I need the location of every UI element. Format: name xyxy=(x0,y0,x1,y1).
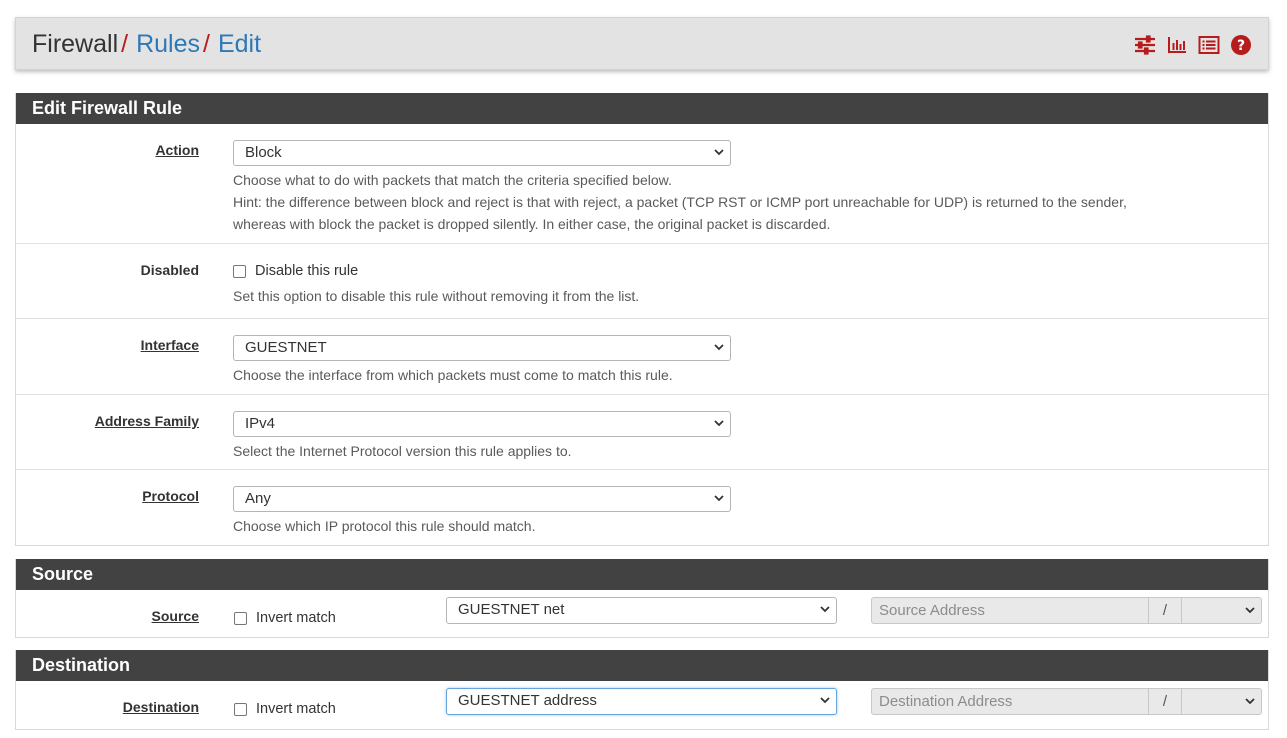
protocol-select-value: Any xyxy=(245,490,271,507)
disabled-content: Disable this rule Set this option to dis… xyxy=(233,260,1238,307)
destination-network-value: GUESTNET address xyxy=(458,692,597,709)
action-select[interactable]: Block xyxy=(233,140,731,166)
protocol-content: Any Choose which IP protocol this rule s… xyxy=(233,486,1238,537)
action-help: Choose what to do with packets that matc… xyxy=(233,169,1238,235)
destination-row: Destination Invert match GUESTNET addres… xyxy=(16,681,1268,728)
destination-mask-select[interactable] xyxy=(1182,688,1262,715)
disabled-help: Set this option to disable this rule wit… xyxy=(233,288,640,304)
page-header: Firewall / Rules / Edit ? xyxy=(15,17,1269,70)
chevron-down-icon xyxy=(820,697,830,704)
breadcrumb-edit-link[interactable]: Edit xyxy=(218,30,261,58)
interface-label[interactable]: Interface xyxy=(141,337,199,353)
header-toolbar: ? xyxy=(1134,34,1252,56)
protocol-select[interactable]: Any xyxy=(233,486,731,512)
source-invert-checkbox[interactable] xyxy=(234,611,247,625)
chevron-down-icon xyxy=(714,149,724,156)
help-circle-icon[interactable]: ? xyxy=(1230,34,1252,56)
interface-help: Choose the interface from which packets … xyxy=(233,367,673,383)
action-hint-line: Hint: the difference between block and r… xyxy=(233,194,1127,210)
source-label[interactable]: Source xyxy=(152,608,199,624)
destination-panel: Destination Destination Invert match GUE… xyxy=(15,650,1269,730)
breadcrumb-firewall: Firewall xyxy=(32,30,119,58)
protocol-help: Choose which IP protocol this rule shoul… xyxy=(233,518,536,534)
source-panel: Source Source Invert match GUESTNET net … xyxy=(15,559,1269,638)
action-content: Block Choose what to do with packets tha… xyxy=(233,140,1238,235)
destination-label[interactable]: Destination xyxy=(123,699,199,715)
panel-heading: Edit Firewall Rule xyxy=(16,93,1268,124)
breadcrumb: Firewall / Rules / Edit xyxy=(32,29,261,59)
chevron-down-icon xyxy=(714,420,724,427)
address-family-select-value: IPv4 xyxy=(245,415,276,432)
list-icon[interactable] xyxy=(1198,34,1220,56)
source-network-value: GUESTNET net xyxy=(458,601,565,618)
breadcrumb-separator: / xyxy=(203,30,210,58)
source-mask-select[interactable] xyxy=(1182,597,1262,624)
destination-slash: / xyxy=(1149,688,1182,715)
destination-network-select[interactable]: GUESTNET address xyxy=(446,688,837,715)
destination-invert-line[interactable]: Invert match xyxy=(234,698,336,720)
breadcrumb-separator: / xyxy=(121,30,129,58)
protocol-label[interactable]: Protocol xyxy=(142,488,199,504)
destination-panel-heading: Destination xyxy=(16,650,1268,681)
address-family-help: Select the Internet Protocol version thi… xyxy=(233,443,572,459)
destination-address-input[interactable]: Destination Address xyxy=(871,688,1149,715)
disabled-label: Disabled xyxy=(140,262,199,278)
chevron-down-icon xyxy=(714,344,724,351)
action-help-line: Choose what to do with packets that matc… xyxy=(233,172,672,188)
action-hint-line: whereas with block the packet is dropped… xyxy=(233,216,831,232)
interface-select-value: GUESTNET xyxy=(245,339,327,356)
address-family-content: IPv4 Select the Internet Protocol versio… xyxy=(233,411,1238,462)
svg-text:?: ? xyxy=(1237,38,1245,54)
interface-select[interactable]: GUESTNET xyxy=(233,335,731,361)
interface-row: Interface GUESTNET Choose the interface … xyxy=(16,319,1268,395)
interface-content: GUESTNET Choose the interface from which… xyxy=(233,335,1238,386)
destination-invert-checkbox[interactable] xyxy=(234,702,247,716)
chevron-down-icon xyxy=(1245,607,1255,614)
action-select-value: Block xyxy=(245,144,282,161)
action-row: Action Block Choose what to do with pack… xyxy=(16,124,1268,244)
bar-chart-icon[interactable] xyxy=(1166,34,1188,56)
source-network-select[interactable]: GUESTNET net xyxy=(446,597,837,624)
address-family-row: Address Family IPv4 Select the Internet … xyxy=(16,395,1268,470)
source-address-input[interactable]: Source Address xyxy=(871,597,1149,624)
protocol-row: Protocol Any Choose which IP protocol th… xyxy=(16,470,1268,545)
source-panel-heading: Source xyxy=(16,559,1268,590)
disabled-row: Disabled Disable this rule Set this opti… xyxy=(16,244,1268,319)
address-family-select[interactable]: IPv4 xyxy=(233,411,731,437)
chevron-down-icon xyxy=(820,606,830,613)
action-label[interactable]: Action xyxy=(155,142,199,158)
source-row: Source Invert match GUESTNET net Source … xyxy=(16,590,1268,637)
destination-invert-label: Invert match xyxy=(256,701,336,717)
edit-rule-panel: Edit Firewall Rule Action Block Choose w… xyxy=(15,93,1269,546)
chevron-down-icon xyxy=(1245,698,1255,705)
breadcrumb-rules-link[interactable]: Rules xyxy=(136,30,200,58)
disable-rule-checkbox-label: Disable this rule xyxy=(255,263,359,279)
source-invert-line[interactable]: Invert match xyxy=(234,607,336,629)
disable-rule-checkbox[interactable] xyxy=(233,264,246,278)
source-slash: / xyxy=(1149,597,1182,624)
sliders-icon[interactable] xyxy=(1134,34,1156,56)
source-invert-label: Invert match xyxy=(256,610,336,626)
address-family-label[interactable]: Address Family xyxy=(95,413,199,429)
disable-rule-checkbox-line[interactable]: Disable this rule xyxy=(233,260,1238,282)
chevron-down-icon xyxy=(714,495,724,502)
